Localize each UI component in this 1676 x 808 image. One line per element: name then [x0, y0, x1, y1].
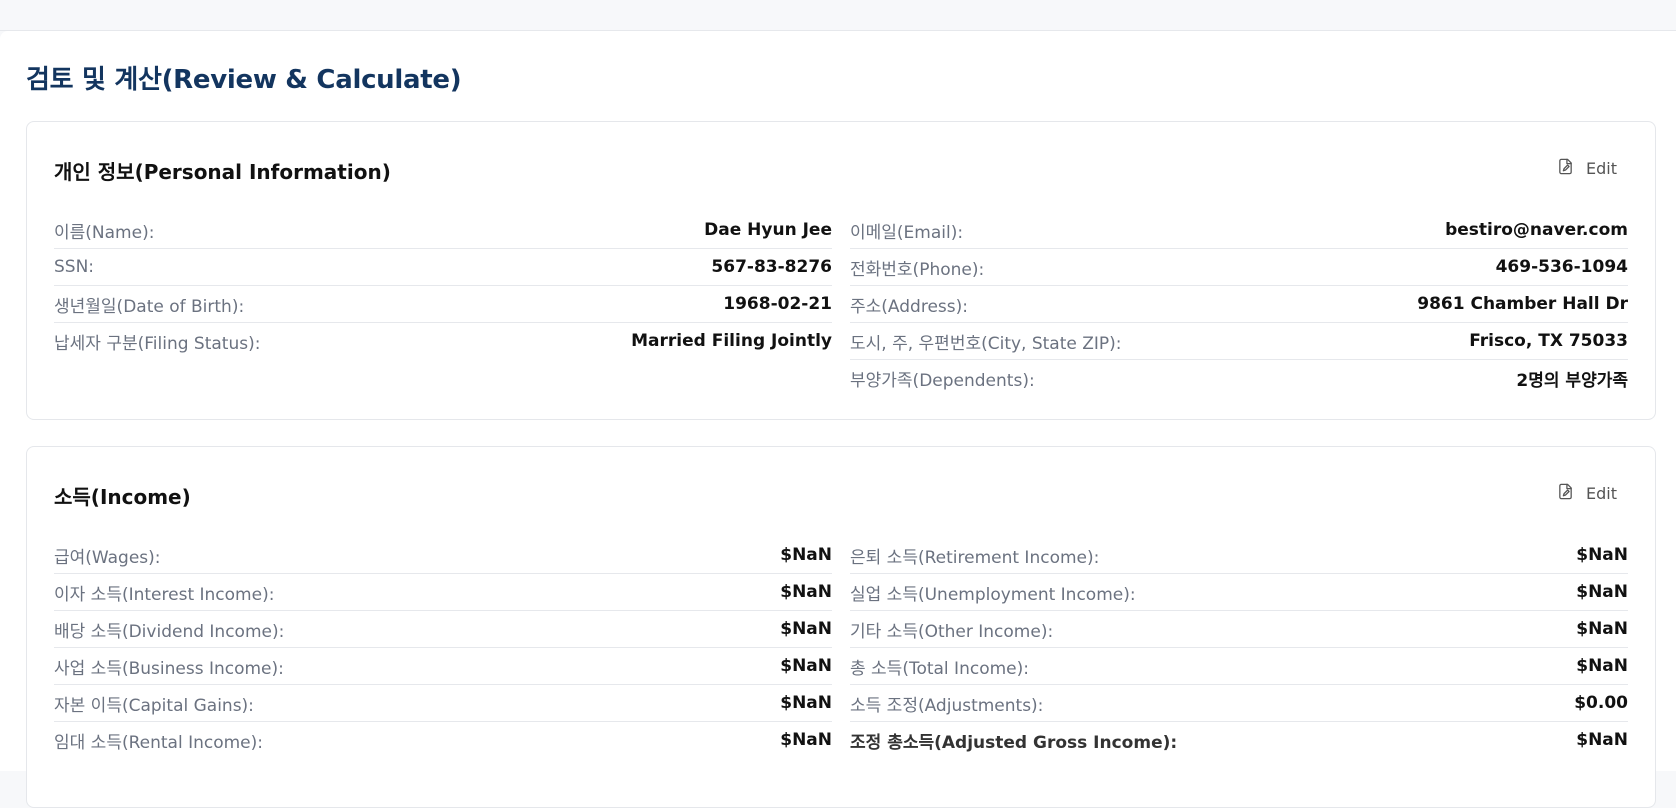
- field-value: $NaN: [780, 656, 832, 676]
- top-bar: [0, 0, 1676, 31]
- field-row-wages: 급여(Wages): $NaN: [54, 537, 832, 574]
- field-label: 이름(Name):: [54, 222, 155, 243]
- field-label: 도시, 주, 우편번호(City, State ZIP):: [850, 333, 1122, 354]
- field-value: 567-83-8276: [711, 257, 832, 277]
- field-row-dob: 생년월일(Date of Birth): 1968-02-21: [54, 286, 832, 323]
- field-label: 소득 조정(Adjustments):: [850, 695, 1044, 716]
- field-label: 임대 소득(Rental Income):: [54, 732, 264, 753]
- field-row-adjustments: 소득 조정(Adjustments): $0.00: [850, 685, 1628, 722]
- field-row-unemployment-income: 실업 소득(Unemployment Income): $NaN: [850, 574, 1628, 611]
- personal-right-column: 이메일(Email): bestiro@naver.com 전화번호(Phone…: [850, 212, 1628, 396]
- field-value: $NaN: [780, 730, 832, 750]
- field-row-ssn: SSN: 567-83-8276: [54, 249, 832, 286]
- field-value: 2명의 부양가족: [1516, 370, 1628, 391]
- field-value: 9861 Chamber Hall Dr: [1417, 294, 1628, 314]
- field-label: 부양가족(Dependents):: [850, 370, 1035, 391]
- personal-info-grid: 이름(Name): Dae Hyun Jee SSN: 567-83-8276 …: [54, 212, 1628, 396]
- field-label: SSN:: [54, 257, 95, 277]
- field-row-city-state-zip: 도시, 주, 우편번호(City, State ZIP): Frisco, TX…: [850, 323, 1628, 360]
- field-row-retirement-income: 은퇴 소득(Retirement Income): $NaN: [850, 537, 1628, 574]
- field-value: $NaN: [780, 619, 832, 639]
- field-value: 1968-02-21: [723, 294, 832, 314]
- field-value: $NaN: [1576, 619, 1628, 639]
- field-value: $NaN: [1576, 582, 1628, 602]
- field-label: 생년월일(Date of Birth):: [54, 296, 245, 317]
- field-label: 총 소득(Total Income):: [850, 658, 1029, 679]
- personal-info-title: 개인 정보(Personal Information): [54, 160, 391, 184]
- field-value: Married Filing Jointly: [631, 331, 832, 351]
- field-label: 기타 소득(Other Income):: [850, 621, 1054, 642]
- field-row-filing-status: 납세자 구분(Filing Status): Married Filing Jo…: [54, 323, 832, 359]
- field-label: 조정 총소득(Adjusted Gross Income):: [850, 732, 1178, 753]
- field-label: 자본 이득(Capital Gains):: [54, 695, 254, 716]
- field-value: $NaN: [1576, 545, 1628, 565]
- field-value: $NaN: [780, 582, 832, 602]
- field-label: 전화번호(Phone):: [850, 259, 985, 280]
- income-left-column: 급여(Wages): $NaN 이자 소득(Interest Income): …: [54, 537, 832, 758]
- field-value: $NaN: [1576, 730, 1628, 750]
- income-right-column: 은퇴 소득(Retirement Income): $NaN 실업 소득(Une…: [850, 537, 1628, 758]
- field-row-rental-income: 임대 소득(Rental Income): $NaN: [54, 722, 832, 758]
- edit-label: Edit: [1586, 159, 1617, 178]
- field-row-business-income: 사업 소득(Business Income): $NaN: [54, 648, 832, 685]
- field-value: Dae Hyun Jee: [704, 220, 832, 240]
- field-row-other-income: 기타 소득(Other Income): $NaN: [850, 611, 1628, 648]
- edit-document-icon: [1557, 483, 1574, 504]
- personal-info-card: 개인 정보(Personal Information) Edit 이름(Name…: [26, 121, 1656, 420]
- field-value: bestiro@naver.com: [1445, 220, 1628, 240]
- field-label: 주소(Address):: [850, 296, 968, 317]
- field-label: 급여(Wages):: [54, 547, 161, 568]
- field-value: Frisco, TX 75033: [1469, 331, 1628, 351]
- main-content: 검토 및 계산(Review & Calculate) 개인 정보(Person…: [0, 31, 1676, 808]
- field-row-dependents: 부양가족(Dependents): 2명의 부양가족: [850, 360, 1628, 396]
- edit-income-button[interactable]: Edit: [1557, 483, 1617, 504]
- field-row-total-income: 총 소득(Total Income): $NaN: [850, 648, 1628, 685]
- field-value: $NaN: [780, 693, 832, 713]
- income-card: 소득(Income) Edit 급여(Wages): $NaN 이자 소득(In…: [26, 446, 1656, 808]
- field-row-dividend-income: 배당 소득(Dividend Income): $NaN: [54, 611, 832, 648]
- page-title: 검토 및 계산(Review & Calculate): [26, 65, 462, 95]
- field-label: 실업 소득(Unemployment Income):: [850, 584, 1136, 605]
- field-label: 납세자 구분(Filing Status):: [54, 333, 261, 354]
- field-row-phone: 전화번호(Phone): 469-536-1094: [850, 249, 1628, 286]
- field-value: $0.00: [1574, 693, 1628, 713]
- income-title: 소득(Income): [54, 485, 191, 509]
- field-row-email: 이메일(Email): bestiro@naver.com: [850, 212, 1628, 249]
- field-row-address: 주소(Address): 9861 Chamber Hall Dr: [850, 286, 1628, 323]
- personal-left-column: 이름(Name): Dae Hyun Jee SSN: 567-83-8276 …: [54, 212, 832, 396]
- field-label: 은퇴 소득(Retirement Income):: [850, 547, 1100, 568]
- field-label: 사업 소득(Business Income):: [54, 658, 284, 679]
- field-label: 배당 소득(Dividend Income):: [54, 621, 285, 642]
- edit-label: Edit: [1586, 484, 1617, 503]
- field-label: 이메일(Email):: [850, 222, 964, 243]
- field-value: $NaN: [780, 545, 832, 565]
- edit-document-icon: [1557, 158, 1574, 179]
- field-label: 이자 소득(Interest Income):: [54, 584, 275, 605]
- field-row-capital-gains: 자본 이득(Capital Gains): $NaN: [54, 685, 832, 722]
- field-row-agi: 조정 총소득(Adjusted Gross Income): $NaN: [850, 722, 1628, 758]
- field-value: 469-536-1094: [1495, 257, 1628, 277]
- field-row-name: 이름(Name): Dae Hyun Jee: [54, 212, 832, 249]
- field-value: $NaN: [1576, 656, 1628, 676]
- income-grid: 급여(Wages): $NaN 이자 소득(Interest Income): …: [54, 537, 1628, 758]
- edit-personal-button[interactable]: Edit: [1557, 158, 1617, 179]
- field-row-interest-income: 이자 소득(Interest Income): $NaN: [54, 574, 832, 611]
